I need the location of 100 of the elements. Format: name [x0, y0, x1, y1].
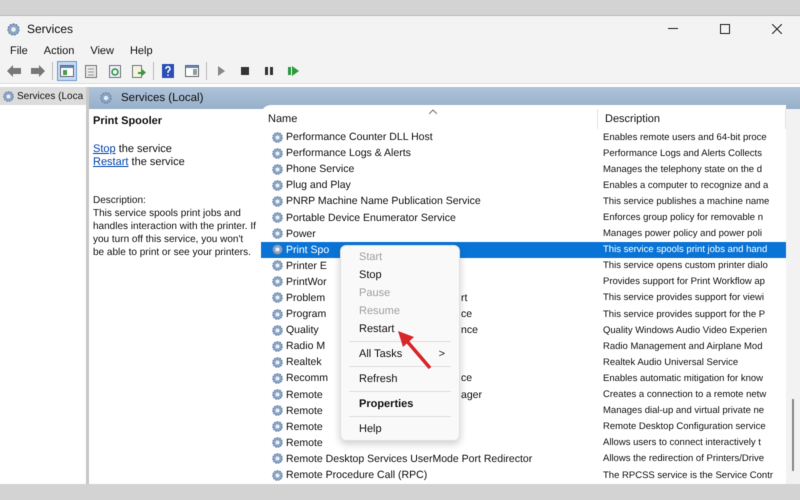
service-name: ager [461, 388, 482, 401]
service-name: Remote [286, 388, 324, 401]
gear-icon [271, 130, 284, 144]
export-list-icon[interactable] [132, 64, 146, 78]
service-description: Quality Windows Audio Video Experien [602, 324, 768, 338]
menu-item[interactable]: Action [36, 44, 82, 56]
submenu-arrow: > [438, 348, 445, 360]
gear-icon [271, 178, 284, 192]
tree-item[interactable]: Services (Loca [0, 87, 86, 105]
refresh-icon[interactable] [109, 64, 121, 78]
service-description: Manages dial-up and virtual private ne [602, 404, 766, 418]
service-description: Manages power policy and power poli [602, 227, 763, 242]
context-menu-item[interactable]: Refresh [341, 370, 459, 388]
menu-item[interactable]: View [82, 44, 122, 56]
service-description: Performance Logs and Alerts Collects [602, 146, 763, 161]
gear-icon [271, 162, 284, 176]
gear-icon [99, 91, 113, 105]
gear-icon [271, 468, 284, 482]
service-name: Realtek [286, 356, 323, 368]
pause-icon[interactable] [264, 66, 274, 76]
resume-icon[interactable] [288, 66, 298, 76]
service-title: Print Spooler [93, 115, 164, 127]
service-name: Power [286, 228, 317, 240]
context-menu-item[interactable]: Properties [341, 395, 459, 413]
gear-icon [271, 356, 284, 369]
service-name: Remote [286, 420, 324, 433]
gear-icon [271, 194, 284, 208]
back-arrow-icon[interactable] [7, 65, 21, 77]
service-description: This service provides support for viewi [602, 291, 766, 306]
action-link[interactable]: Stop [93, 143, 116, 155]
service-description: Remote Desktop Configuration service [602, 420, 767, 434]
help-icon[interactable] [162, 64, 174, 78]
service-description: This service opens custom printer dialo [602, 259, 769, 274]
gear-icon [271, 243, 284, 256]
gear-icon [271, 372, 284, 385]
context-menu-item[interactable]: All Tasks > [341, 345, 459, 363]
service-description: Creates a connection to a remote netw [602, 388, 768, 402]
service-name: PNRP Machine Name Publication Service [286, 195, 481, 208]
service-description: Realtek Audio Universal Service [602, 356, 740, 370]
service-name: Recomm [286, 372, 330, 384]
context-menu-item[interactable]: Help [341, 420, 459, 438]
service-description: Enables a computer to recognize and a [602, 178, 770, 193]
gear-icon [271, 227, 284, 240]
gear-icon [271, 324, 284, 337]
gear-icon [271, 259, 284, 272]
gear-icon [271, 436, 284, 450]
gear-icon [271, 388, 284, 402]
context-menu-item[interactable]: Restart [341, 320, 459, 338]
service-name: rt [461, 292, 468, 304]
service-description: This service spools print jobs and hand [602, 243, 768, 258]
console-tree-icon[interactable] [60, 65, 74, 77]
service-description: Allows users to connect interactively t [602, 436, 762, 450]
properties-icon[interactable] [85, 64, 97, 78]
maximize-icon [720, 24, 730, 34]
service-description: Provides support for Print Workflow ap [602, 275, 766, 290]
menu-item[interactable]: Help [122, 44, 161, 56]
service-name: ce [461, 372, 472, 384]
service-name: Radio M [286, 340, 326, 352]
scroll-thumb[interactable] [792, 399, 794, 471]
service-name: PrintWor [286, 276, 328, 288]
service-name: Quality [286, 324, 320, 336]
service-description: Allows the redirection of Printers/Drive [602, 452, 766, 466]
service-description: Enforces group policy for removable n [602, 211, 764, 226]
service-action: Restart the service [93, 156, 186, 169]
service-name: Phone Service [286, 163, 354, 176]
service-name: Performance Logs & Alerts [286, 147, 411, 160]
service-description: This service publishes a machine name [602, 194, 770, 209]
service-name: Problem [286, 292, 326, 304]
description-text: This service spools print jobs and handles interaction with the printer. If you turn off this service, you won't be able to print or see your printers. [93, 207, 257, 259]
service-description: This service provides support for the P [602, 308, 766, 322]
gear-icon [271, 452, 284, 466]
gear-icon [2, 90, 15, 102]
gear-icon [271, 404, 284, 418]
tree-item-label: Services (Loca [17, 90, 84, 102]
stop-icon[interactable] [240, 66, 250, 76]
forward-arrow-icon[interactable] [31, 65, 45, 77]
gear-icon [271, 211, 284, 224]
service-name: Performance Counter DLL Host [286, 131, 433, 144]
context-menu-item[interactable]: Stop [341, 266, 459, 284]
service-name: Plug and Play [286, 179, 351, 192]
gear-icon [271, 146, 284, 160]
service-name: ce [461, 308, 472, 320]
service-description: Manages the telephony state on the d [602, 162, 763, 177]
column-header[interactable]: Name [261, 109, 598, 129]
service-action: Stop the service [93, 143, 173, 156]
gear-icon [6, 22, 21, 36]
service-description: Radio Management and Airplane Mod [602, 340, 764, 354]
service-name: Print Spo [286, 244, 330, 256]
panel-title: Services (Local) [121, 92, 204, 104]
play-icon[interactable] [216, 66, 226, 76]
service-name: nce [461, 324, 478, 336]
service-description: Enables automatic mitigation for know [602, 372, 764, 386]
scrollbar[interactable] [786, 109, 800, 484]
menu-item[interactable]: File [2, 44, 36, 56]
gear-icon [271, 308, 284, 321]
action-link[interactable]: Restart [93, 156, 128, 168]
toolbar-button[interactable] [57, 61, 77, 81]
service-description: The RPCSS service is the Service Contr [602, 468, 774, 483]
window-title: Services [27, 22, 74, 36]
window-pane-icon[interactable] [185, 65, 199, 77]
